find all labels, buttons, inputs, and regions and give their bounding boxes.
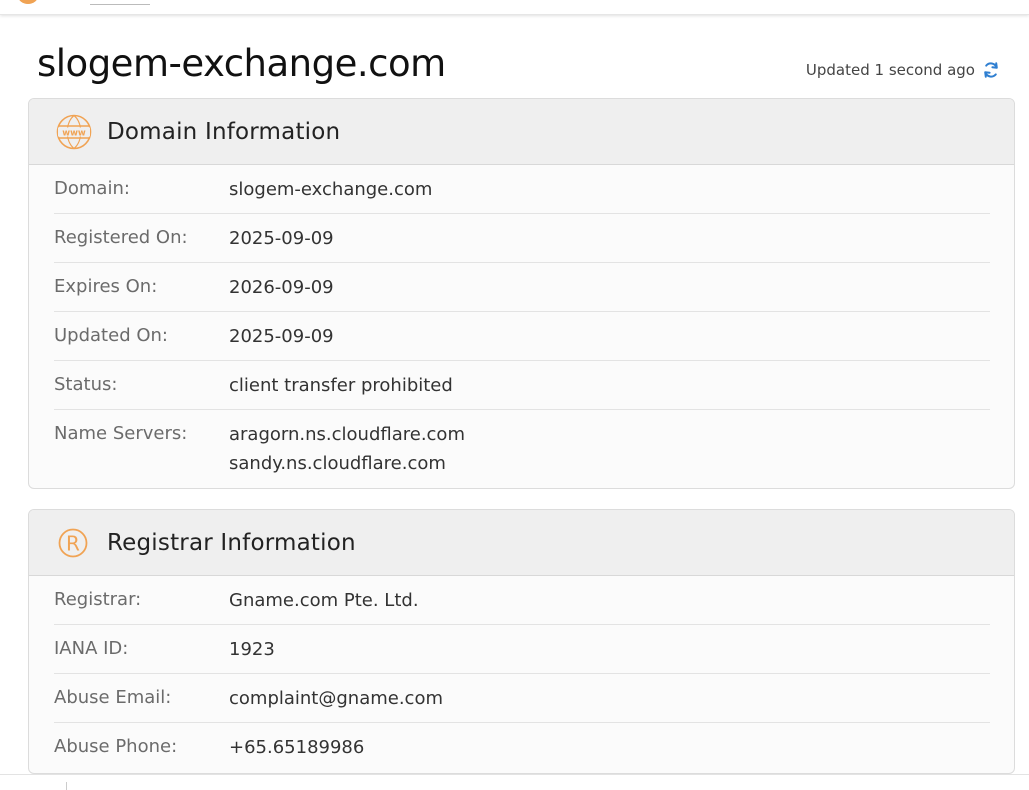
last-updated-text: Updated 1 second ago — [805, 61, 975, 79]
name-server-item: aragorn.ns.cloudflare.com — [229, 424, 465, 445]
abuse-phone-row: Abuse Phone: +65.65189986 — [54, 723, 990, 772]
abuse-phone-value: +65.65189986 — [229, 737, 365, 758]
www-globe-icon: www — [55, 113, 93, 151]
name-server-item: sandy.ns.cloudflare.com — [229, 453, 446, 474]
name-servers-value: aragorn.ns.cloudflare.com sandy.ns.cloud… — [229, 420, 465, 478]
registrar-information-title: Registrar Information — [107, 529, 356, 556]
field-label: Abuse Phone: — [54, 736, 178, 757]
domain-information-header: www Domain Information — [29, 99, 1014, 165]
expires-on-row: Expires On: 2026-09-09 — [54, 263, 990, 312]
registrar-value: Gname.com Pte. Ltd. — [229, 590, 419, 611]
svg-text:R: R — [66, 531, 80, 555]
last-updated: Updated 1 second ago — [806, 60, 1001, 80]
field-label: Abuse Email: — [54, 687, 172, 708]
expires-on-value: 2026-09-09 — [229, 277, 334, 298]
registrar-information-card: R Registrar Information Registrar: Gname… — [28, 509, 1015, 774]
updated-on-value: 2025-09-09 — [229, 326, 334, 347]
refresh-icon[interactable] — [981, 60, 1001, 80]
registrar-row: Registrar: Gname.com Pte. Ltd. — [54, 576, 990, 625]
field-label: Registrar: — [54, 589, 142, 610]
field-label: Status: — [54, 374, 118, 395]
footer-fragment — [66, 782, 67, 790]
domain-information-title: Domain Information — [107, 118, 341, 145]
abuse-email-row: Abuse Email: complaint@gname.com — [54, 674, 990, 723]
svg-text:www: www — [62, 128, 86, 138]
status-row: Status: client transfer prohibited — [54, 361, 990, 410]
registered-trademark-icon: R — [55, 524, 93, 562]
domain-information-card: www Domain Information Domain: slogem-ex… — [28, 98, 1015, 489]
page-title: slogem-exchange.com — [37, 42, 446, 85]
name-servers-row: Name Servers: aragorn.ns.cloudflare.com … — [54, 410, 990, 487]
header-nav-fragment — [90, 0, 150, 5]
status-value: client transfer prohibited — [229, 375, 453, 396]
field-label: Domain: — [54, 178, 130, 199]
registrar-information-rows: Registrar: Gname.com Pte. Ltd. IANA ID: … — [29, 576, 1014, 772]
site-header — [0, 0, 1029, 15]
iana-id-row: IANA ID: 1923 — [54, 625, 990, 674]
domain-information-rows: Domain: slogem-exchange.com Registered O… — [29, 165, 1014, 487]
registered-on-value: 2025-09-09 — [229, 228, 334, 249]
field-label: Name Servers: — [54, 423, 188, 444]
footer-divider — [0, 774, 1029, 775]
site-logo[interactable] — [18, 0, 38, 4]
field-label: IANA ID: — [54, 638, 129, 659]
field-label: Registered On: — [54, 227, 188, 248]
registrar-information-header: R Registrar Information — [29, 510, 1014, 576]
domain-value: slogem-exchange.com — [229, 179, 433, 200]
abuse-email-value: complaint@gname.com — [229, 688, 444, 709]
iana-id-value: 1923 — [229, 639, 275, 660]
domain-row: Domain: slogem-exchange.com — [54, 165, 990, 214]
field-label: Updated On: — [54, 325, 168, 346]
updated-on-row: Updated On: 2025-09-09 — [54, 312, 990, 361]
registered-on-row: Registered On: 2025-09-09 — [54, 214, 990, 263]
field-label: Expires On: — [54, 276, 158, 297]
